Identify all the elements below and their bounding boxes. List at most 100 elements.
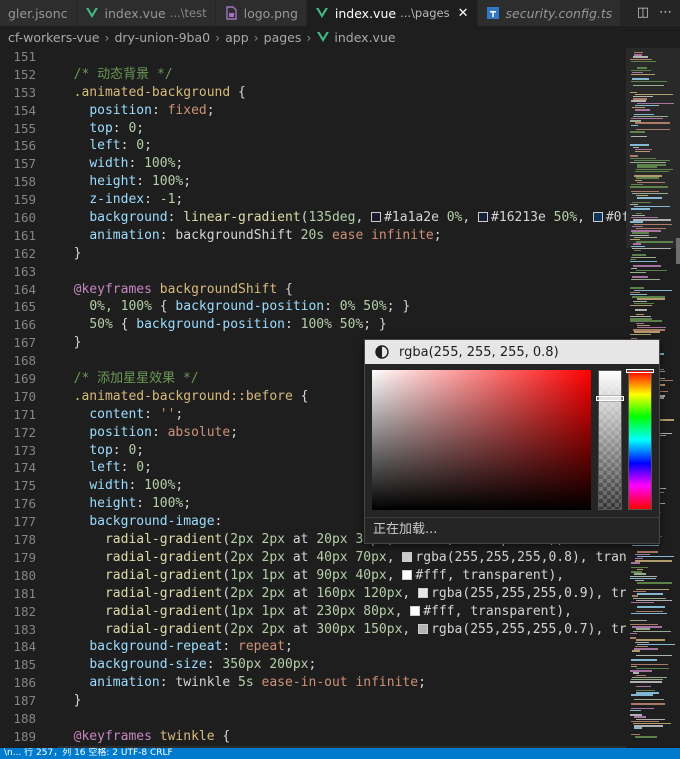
code-line[interactable]: width: 100%;: [58, 155, 626, 173]
close-icon[interactable]: ✕: [458, 6, 469, 21]
opacity-strip[interactable]: [598, 370, 622, 510]
color-mode-icon[interactable]: [375, 345, 389, 359]
code-token: ;: [206, 102, 215, 118]
color-swatch[interactable]: [371, 212, 382, 223]
code-line[interactable]: 50% { background-position: 100% 50%; }: [58, 316, 626, 334]
code-line[interactable]: z-index: -1;: [58, 191, 626, 209]
code-line[interactable]: @keyframes twinkle {: [58, 728, 626, 746]
code-line[interactable]: .animated-background {: [58, 84, 626, 102]
tab-gler-jsonc[interactable]: gler.jsonc: [0, 0, 77, 26]
code-line[interactable]: radial-gradient(2px 2px at 160px 120px, …: [58, 585, 626, 603]
code-token: background-size: [89, 657, 207, 673]
scrollbar-thumb[interactable]: [676, 238, 680, 264]
saturation-box[interactable]: [372, 370, 591, 510]
code-line[interactable]: top: 0;: [58, 120, 626, 138]
minimap-line: [631, 679, 663, 681]
minimap-line: [633, 96, 653, 98]
color-swatch[interactable]: [410, 605, 421, 616]
code-line[interactable]: animation: backgroundShift 20s ease infi…: [58, 227, 626, 245]
code-token: @keyframes: [73, 281, 152, 297]
split-editor-icon[interactable]: ◫: [637, 5, 649, 20]
minimap-line: [631, 278, 660, 280]
code-line[interactable]: }: [58, 245, 626, 263]
code-token: height: [89, 174, 137, 190]
code-token: absolute: [167, 424, 231, 440]
code-token: 300px 150px: [316, 621, 403, 637]
minimap-line: [630, 131, 645, 133]
code-line[interactable]: /* 动态背景 */: [58, 66, 626, 84]
code-line[interactable]: 0%, 100% { background-position: 0% 50%; …: [58, 298, 626, 316]
code-token: z-index: [89, 192, 145, 208]
code-token: ,: [402, 585, 419, 601]
minimap-line: [630, 221, 643, 223]
code-line[interactable]: radial-gradient(2px 2px at 300px 150px, …: [58, 621, 626, 639]
code-token: ;: [175, 478, 184, 494]
code-line[interactable]: radial-gradient(1px 1px at 90px 40px, #f…: [58, 567, 626, 585]
breadcrumb-item[interactable]: index.vue: [334, 30, 395, 45]
code-token: #fff: [415, 567, 447, 583]
breadcrumb-item[interactable]: dry-union-9ba0: [114, 30, 210, 45]
code-line[interactable]: animation: twinkle 5s ease-in-out infini…: [58, 674, 626, 692]
line-number: 177: [13, 514, 36, 530]
minimap-line: [631, 602, 654, 604]
code-line[interactable]: [58, 710, 626, 728]
tab-index-vue[interactable]: index.vue ...\pages ✕: [306, 0, 478, 26]
code-token: #fff: [423, 603, 455, 619]
breadcrumb-item[interactable]: cf-workers-vue: [8, 30, 99, 45]
code-token: 0%: [438, 210, 463, 226]
code-token: 100% 50%: [300, 317, 364, 333]
code-line[interactable]: [58, 48, 626, 66]
hue-strip[interactable]: [628, 370, 652, 510]
code-line[interactable]: background-size: 350px 200px;: [58, 656, 626, 674]
code-line[interactable]: radial-gradient(1px 1px at 230px 80px, #…: [58, 603, 626, 621]
color-value-text[interactable]: rgba(255, 255, 255, 0.8): [399, 345, 559, 360]
breadcrumb-item[interactable]: pages: [264, 30, 302, 45]
line-number: 178: [13, 532, 36, 548]
code-line[interactable]: background: linear-gradient(135deg, #1a1…: [58, 209, 626, 227]
code-token: #1a1a2e: [384, 210, 439, 226]
minimap-line: [636, 228, 666, 230]
code-line[interactable]: position: fixed;: [58, 102, 626, 120]
more-actions-icon[interactable]: ⋯: [659, 5, 672, 20]
minimap-line: [631, 707, 654, 709]
tab-security-config-ts[interactable]: security.config.ts: [477, 0, 622, 26]
code-line[interactable]: height: 100%;: [58, 173, 626, 191]
color-swatch[interactable]: [402, 569, 413, 580]
opacity-handle[interactable]: [596, 396, 624, 401]
code-line[interactable]: @keyframes backgroundShift {: [58, 281, 626, 299]
color-swatch[interactable]: [402, 551, 413, 562]
code-line[interactable]: left: 0;: [58, 137, 626, 155]
color-swatch[interactable]: [592, 212, 603, 223]
color-swatch[interactable]: [418, 587, 429, 598]
code-line[interactable]: [58, 263, 626, 281]
code-token: :: [159, 675, 176, 691]
minimap-line: [634, 716, 646, 718]
tab-index-vue[interactable]: index.vue ...\test: [76, 0, 216, 26]
hue-handle[interactable]: [626, 369, 654, 373]
code-line[interactable]: background-repeat: repeat;: [58, 638, 626, 656]
breadcrumb-item[interactable]: app: [225, 30, 249, 45]
code-token: , transparent),: [579, 549, 626, 565]
line-number: 186: [13, 675, 36, 691]
color-swatch[interactable]: [478, 212, 489, 223]
minimap-line: [630, 157, 656, 159]
code-line[interactable]: radial-gradient(2px 2px at 40px 70px, rg…: [58, 549, 626, 567]
code-token: left: [89, 138, 121, 154]
code-line[interactable]: }: [58, 692, 626, 710]
code-token: :: [144, 406, 160, 422]
code-token: background-position: [175, 299, 325, 315]
color-picker-header[interactable]: rgba(255, 255, 255, 0.8): [365, 340, 659, 364]
code-token: animation: [89, 227, 160, 243]
line-number: 184: [13, 639, 36, 655]
minimap-line: [631, 267, 637, 269]
code-token: 50%: [545, 210, 578, 226]
code-token: ease-in-out: [261, 675, 348, 691]
code-token: @keyframes: [73, 728, 152, 744]
color-swatch[interactable]: [418, 623, 429, 634]
tab-logo-png[interactable]: logo.png: [215, 0, 307, 26]
minimap-line: [635, 736, 657, 738]
